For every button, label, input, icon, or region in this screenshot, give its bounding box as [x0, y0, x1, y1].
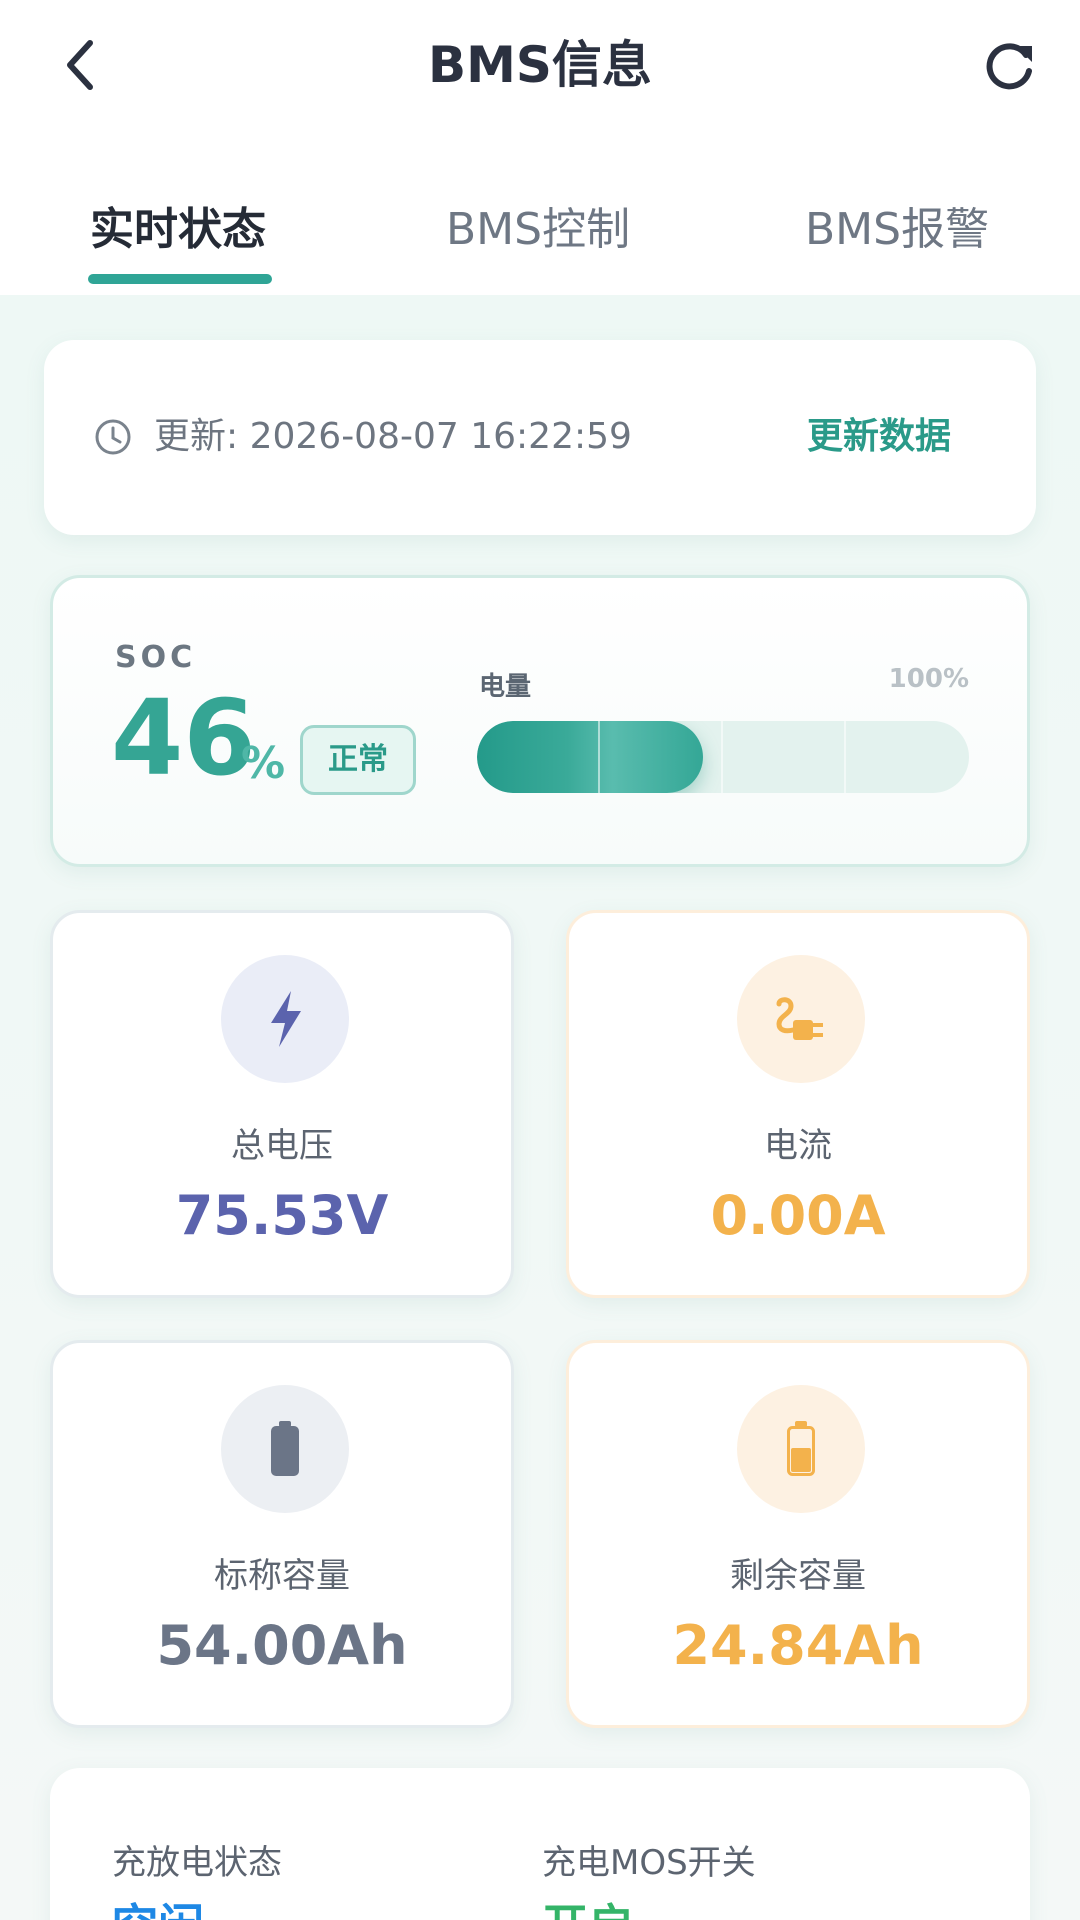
refresh-data-button[interactable]: 更新数据 — [807, 408, 951, 466]
charge-discharge-status-value: 空闲 — [112, 1896, 204, 1920]
plug-icon — [776, 997, 823, 1040]
metric-value: 24.84Ah — [672, 1614, 924, 1677]
metric-value: 0.00A — [710, 1184, 886, 1247]
current-icon-circle — [737, 955, 865, 1083]
charge-bar-label: 电量 — [479, 672, 532, 702]
status-card: 充放电状态 空闲 充电MOS开关 开启 — [50, 1768, 1030, 1920]
remaining-capacity-card: 剩余容量 24.84Ah — [566, 1340, 1030, 1728]
update-card: 更新: 2026-08-07 16:22:59 更新数据 — [44, 340, 1036, 535]
charge-mos-switch-value[interactable]: 开启 — [542, 1896, 634, 1920]
soc-card: SOC 46 % 正常 电量 100% — [50, 575, 1030, 867]
metric-label: 总电压 — [231, 1126, 333, 1166]
voltage-icon-circle — [221, 955, 349, 1083]
soc-label: SOC — [115, 640, 197, 675]
charge-progress-track — [477, 721, 969, 793]
update-timestamp: 更新: 2026-08-07 16:22:59 — [154, 416, 632, 457]
tab-bar: 实时状态 BMS控制 BMS报警 — [0, 140, 1080, 295]
charge-bar-max: 100% — [888, 664, 969, 694]
current-card: 电流 0.00A — [566, 910, 1030, 1298]
nominal-capacity-icon-circle — [221, 1385, 349, 1513]
battery-icon — [271, 1421, 299, 1476]
progress-tick — [598, 721, 600, 793]
tab-realtime-status[interactable]: 实时状态 — [90, 195, 266, 265]
metric-label: 剩余容量 — [730, 1556, 866, 1596]
remaining-capacity-icon-circle — [737, 1385, 865, 1513]
charge-progress-fill — [477, 721, 704, 793]
progress-tick — [721, 721, 723, 793]
page-title: BMS信息 — [428, 36, 652, 94]
metric-label: 电流 — [764, 1126, 832, 1166]
charge-discharge-status-label: 充放电状态 — [112, 1843, 282, 1883]
status-badge: 正常 — [300, 725, 416, 795]
metric-label: 标称容量 — [214, 1556, 350, 1596]
metric-value: 75.53V — [175, 1184, 389, 1247]
tab-bms-control[interactable]: BMS控制 — [446, 195, 630, 265]
total-voltage-card: 总电压 75.53V — [50, 910, 514, 1298]
metric-value: 54.00Ah — [156, 1614, 408, 1677]
bms-info-screen: BMS信息 实时状态 BMS控制 BMS报警 更新: 2026-08-07 16… — [0, 0, 1080, 1920]
clock-icon — [95, 419, 131, 455]
app-header: BMS信息 — [0, 0, 1080, 140]
active-tab-indicator — [88, 274, 272, 284]
progress-tick — [844, 721, 846, 793]
tab-bms-alarm[interactable]: BMS报警 — [805, 195, 989, 265]
lightning-icon — [271, 991, 301, 1047]
soc-value: 46 — [111, 677, 256, 799]
soc-unit: % — [241, 738, 286, 789]
nominal-capacity-card: 标称容量 54.00Ah — [50, 1340, 514, 1728]
refresh-icon — [986, 43, 1032, 90]
charge-mos-switch-label: 充电MOS开关 — [542, 1843, 756, 1883]
refresh-button[interactable] — [970, 28, 1050, 104]
battery-half-icon — [787, 1421, 815, 1476]
